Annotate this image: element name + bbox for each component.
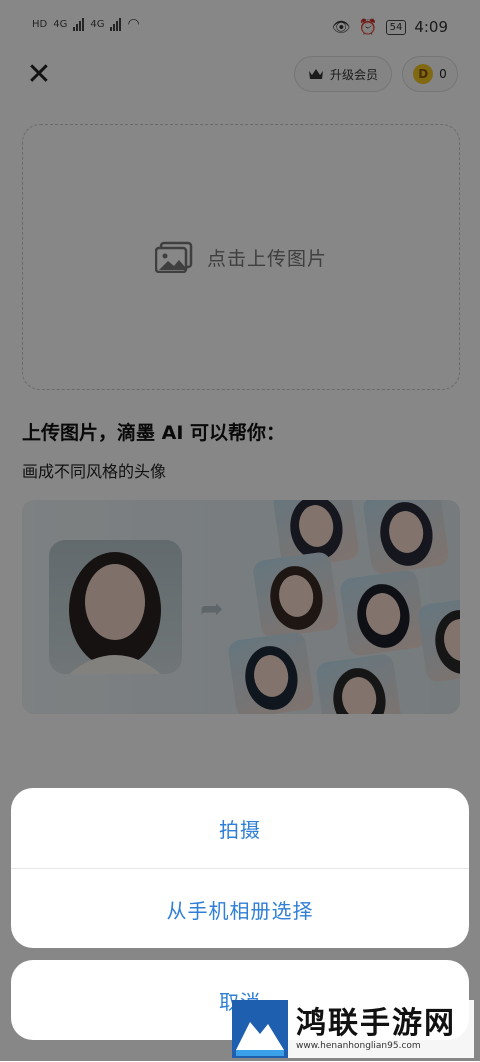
image-source-action-sheet: 拍摄 从手机相册选择 — [11, 788, 469, 948]
take-photo-button[interactable]: 拍摄 — [11, 788, 469, 868]
watermark-url: www.henanhonglian95.com — [296, 1041, 421, 1051]
site-watermark: 鸿联手游网 www.henanhonglian95.com — [232, 1000, 474, 1058]
watermark-logo-icon — [232, 1000, 288, 1058]
watermark-title: 鸿联手游网 — [296, 1006, 456, 1041]
choose-from-album-button[interactable]: 从手机相册选择 — [11, 868, 469, 948]
